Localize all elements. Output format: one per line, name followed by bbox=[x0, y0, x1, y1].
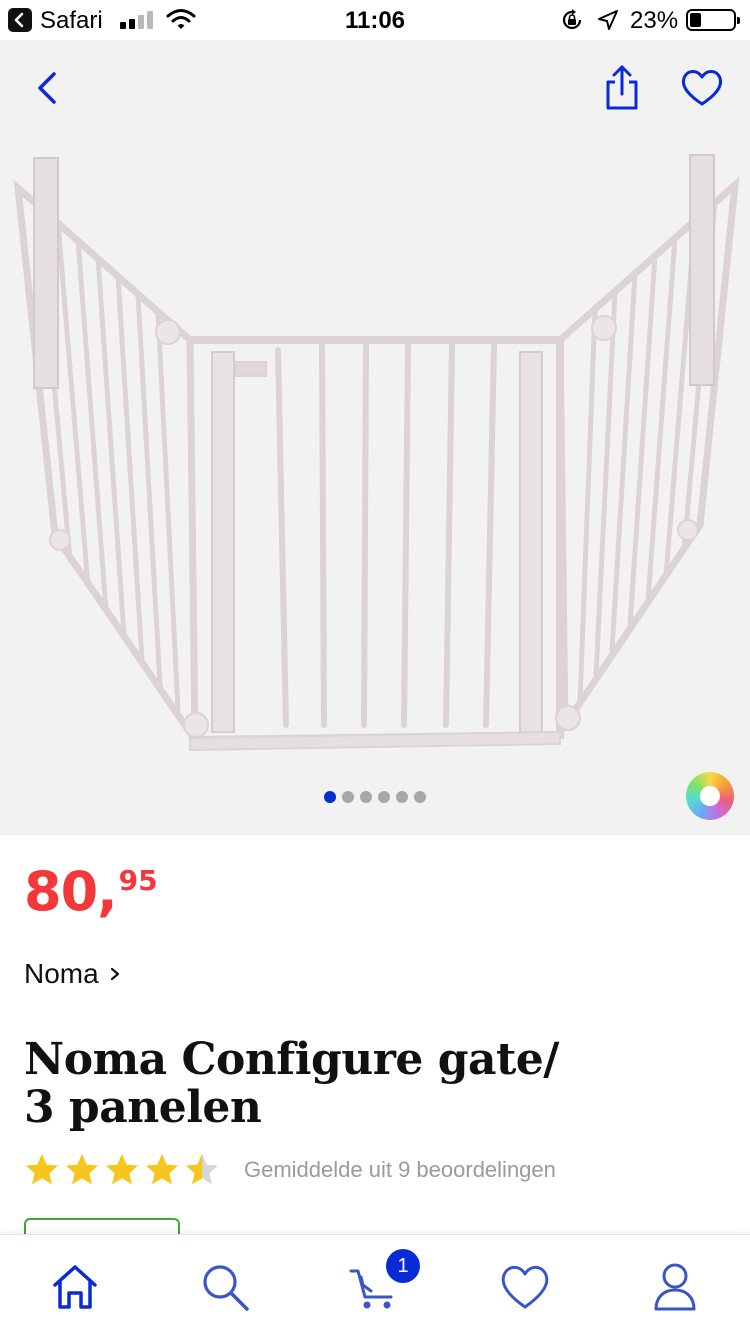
battery-percent: 23% bbox=[630, 7, 679, 34]
gallery-dot[interactable] bbox=[342, 791, 354, 803]
product-image-gallery[interactable] bbox=[0, 40, 750, 835]
product-title-line: 3 panelen bbox=[24, 1082, 262, 1133]
price-cents: 95 bbox=[118, 864, 158, 897]
status-bar: Safari 11:06 23% bbox=[0, 0, 750, 40]
favorite-heart-icon[interactable] bbox=[680, 68, 724, 108]
bottom-tab-bar: 1 bbox=[0, 1234, 750, 1334]
rating-summary[interactable]: Gemiddelde uit 9 beoordelingen bbox=[24, 1152, 556, 1188]
heart-icon bbox=[501, 1265, 549, 1309]
tab-favorites[interactable] bbox=[497, 1259, 553, 1315]
brand-name[interactable]: Noma bbox=[24, 958, 99, 990]
brand-link[interactable]: Noma bbox=[24, 958, 121, 990]
price-euros: 80, bbox=[24, 860, 118, 923]
gallery-dot[interactable] bbox=[360, 791, 372, 803]
user-icon bbox=[654, 1263, 696, 1311]
tab-home[interactable] bbox=[47, 1259, 103, 1315]
star-icon bbox=[26, 1154, 58, 1185]
chevron-right-icon bbox=[110, 967, 119, 981]
back-arrow-icon[interactable] bbox=[30, 68, 66, 108]
share-icon[interactable] bbox=[602, 64, 642, 112]
tab-account[interactable] bbox=[647, 1259, 703, 1315]
home-icon bbox=[53, 1265, 97, 1309]
gallery-pagination-dots[interactable] bbox=[0, 790, 750, 804]
product-page: Safari 11:06 23% 80,95 Noma Noma Configu… bbox=[0, 0, 750, 1334]
rating-text[interactable]: Gemiddelde uit 9 beoordelingen bbox=[244, 1157, 556, 1183]
gallery-dot[interactable] bbox=[414, 791, 426, 803]
star-icon bbox=[66, 1154, 98, 1185]
gallery-dot[interactable] bbox=[324, 791, 336, 803]
search-icon bbox=[203, 1265, 249, 1311]
product-title: Noma Configure gate/ 3 panelen bbox=[24, 1036, 644, 1132]
tab-search[interactable] bbox=[197, 1259, 253, 1315]
star-icon bbox=[186, 1154, 218, 1185]
product-price: 80,95 bbox=[24, 860, 158, 923]
star-icon bbox=[106, 1154, 138, 1185]
gallery-dot[interactable] bbox=[396, 791, 408, 803]
cart-count-badge: 1 bbox=[386, 1249, 420, 1283]
gallery-dot[interactable] bbox=[378, 791, 390, 803]
rotation-lock-icon bbox=[562, 9, 582, 30]
star-icon bbox=[146, 1154, 178, 1185]
rating-stars bbox=[24, 1152, 224, 1188]
product-title-line: Noma Configure gate/ bbox=[24, 1034, 559, 1085]
battery-icon bbox=[686, 9, 740, 31]
color-variants-icon[interactable] bbox=[686, 772, 734, 820]
product-photo-gate[interactable] bbox=[0, 140, 750, 760]
location-arrow-icon bbox=[598, 10, 618, 30]
